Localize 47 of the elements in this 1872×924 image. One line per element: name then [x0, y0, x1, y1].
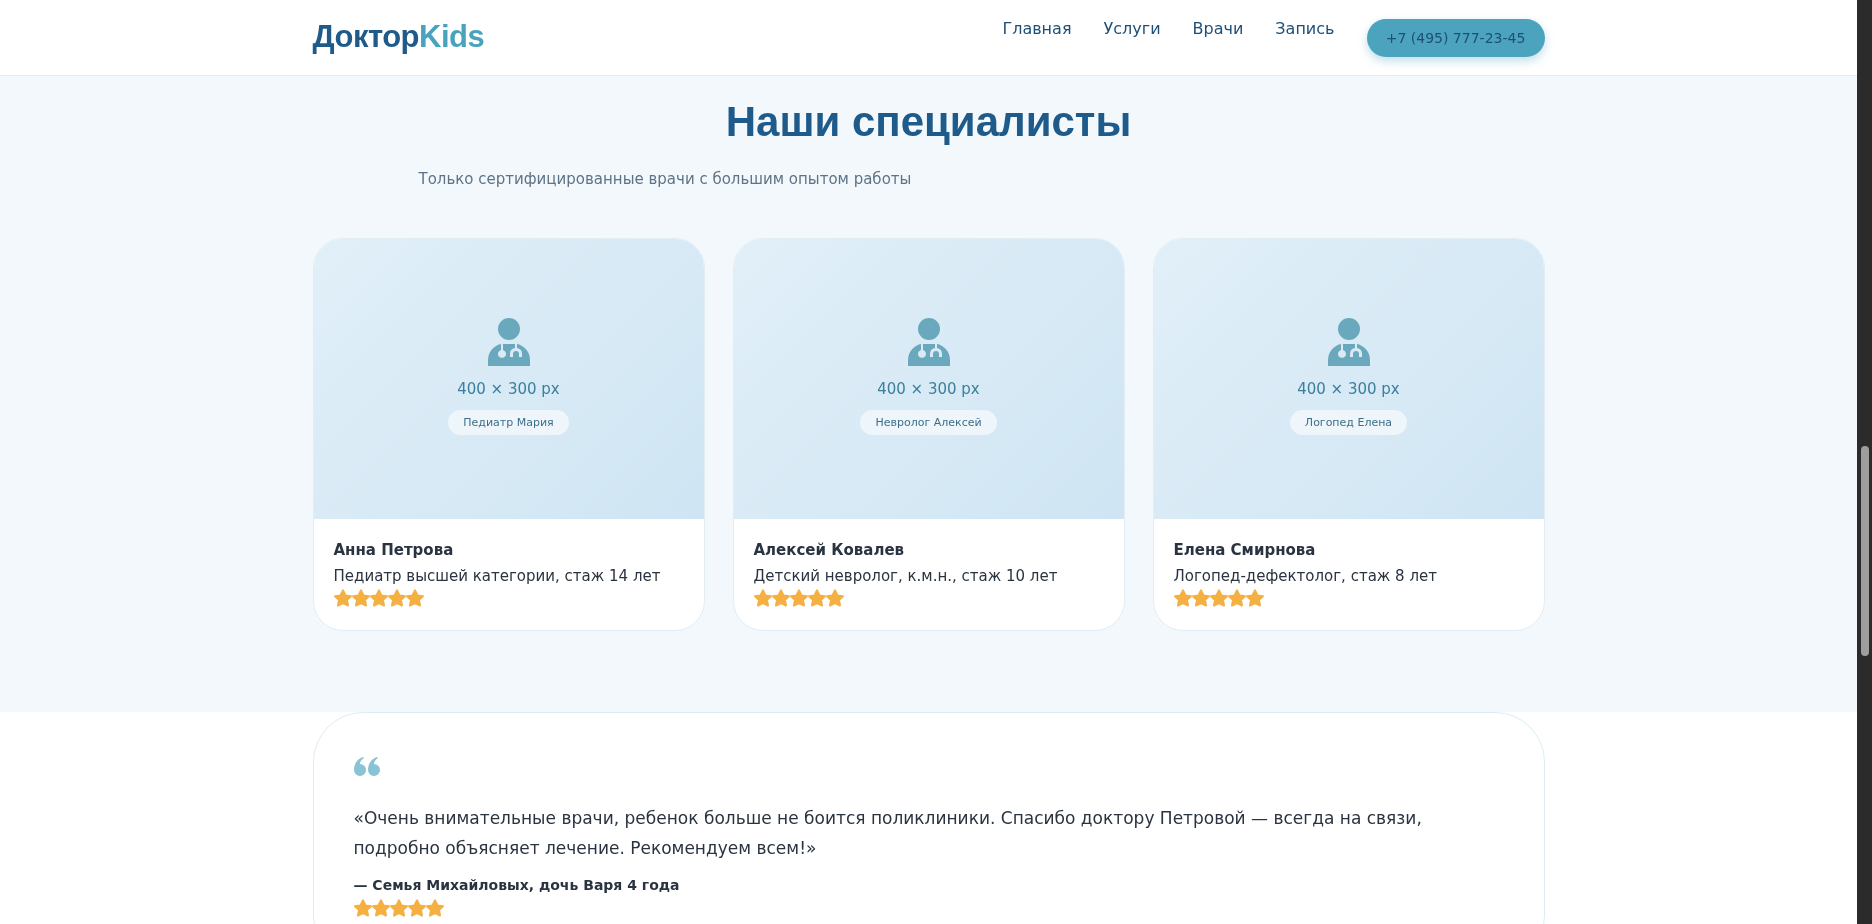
testimonial-author: — Семья Михайловых, дочь Варя 4 года	[353, 877, 681, 893]
nav-link[interactable]: Услуги	[1103, 19, 1161, 38]
doctor-icon	[907, 317, 950, 366]
image-tag: Невролог Алексей	[860, 409, 997, 435]
quote-icon	[353, 757, 380, 777]
nav-link[interactable]: Главная	[1002, 19, 1072, 38]
doctor-icon	[1327, 317, 1370, 366]
star-icon	[753, 589, 772, 607]
section-subtitle: Только сертифицированные врачи с большим опытом работы	[418, 170, 913, 188]
scrollbar[interactable]	[1857, 0, 1872, 924]
star-icon	[389, 899, 408, 917]
doctor-description: Педиатр высшей категории, стаж 14 лет	[333, 567, 662, 585]
section-title: Наши специалисты	[724, 98, 1133, 146]
star-icon	[1209, 589, 1228, 607]
doctor-name: Алексей Ковалев	[753, 541, 906, 559]
nav-link[interactable]: Запись	[1275, 19, 1335, 38]
star-icon	[807, 589, 826, 607]
image-size-text: 400 × 300 px	[877, 379, 980, 398]
star-icon	[425, 899, 444, 917]
star-icon	[387, 589, 406, 607]
star-icon	[405, 589, 424, 607]
star-icon	[1245, 589, 1264, 607]
doctor-description: Логопед-дефектолог, стаж 8 лет	[1173, 567, 1438, 585]
star-icon	[353, 899, 372, 917]
star-icon	[789, 589, 808, 607]
image-size-text: 400 × 300 px	[457, 379, 560, 398]
star-icon	[351, 589, 370, 607]
star-icon	[369, 589, 388, 607]
doctor-name: Елена Смирнова	[1173, 541, 1317, 559]
star-icon	[407, 899, 426, 917]
star-icon	[1227, 589, 1246, 607]
doctor-description: Детский невролог, к.м.н., стаж 10 лет	[753, 567, 1059, 585]
star-icon	[771, 589, 790, 607]
logo[interactable]: ДокторKids	[312, 18, 485, 55]
star-icon	[1173, 589, 1192, 607]
testimonial-text: «Очень внимательные врачи, ребенок больше не боится поликлиники. Спасибо доктору Петровой — всегда на связи, подробно объясняет лечение. Рекомендуем всем!»	[353, 807, 1423, 860]
star-icon	[333, 589, 352, 607]
star-icon	[825, 589, 844, 607]
image-tag: Педиатр Мария	[448, 409, 569, 435]
star-icon	[1191, 589, 1210, 607]
doctor-icon	[487, 317, 530, 366]
star-icon	[371, 899, 390, 917]
image-tag: Логопед Елена	[1289, 409, 1408, 435]
scrollbar-thumb[interactable]	[1861, 446, 1869, 656]
doctor-name: Анна Петрова	[333, 541, 455, 559]
image-size-text: 400 × 300 px	[1297, 379, 1400, 398]
nav-link[interactable]: Врачи	[1192, 19, 1244, 38]
